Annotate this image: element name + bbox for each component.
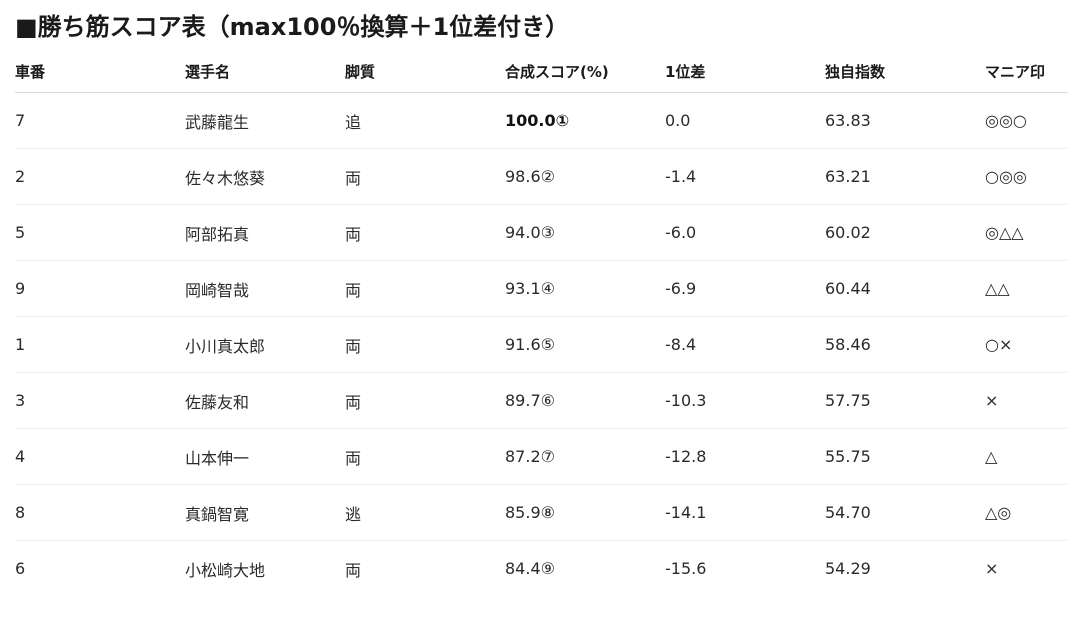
cell-original-index: 63.83	[825, 92, 985, 149]
score-table: 車番 選手名 脚質 合成スコア(%) 1位差 独自指数 マニア印 7 武藤龍生 …	[15, 50, 1068, 596]
cell-riding-style: 両	[345, 560, 362, 580]
cell-car-number: 6	[15, 559, 26, 578]
cell-car-number: 7	[15, 92, 185, 149]
table-header: 車番 選手名 脚質 合成スコア(%) 1位差 独自指数 マニア印	[15, 50, 1068, 93]
cell-composite-score: 94.0③	[505, 204, 665, 261]
cell-mania-mark: ○×	[985, 316, 1068, 373]
cell-riding-style: 両	[345, 148, 505, 205]
cell-gap-to-first: 0.0	[665, 92, 825, 149]
cell-car-number: 1	[15, 316, 185, 373]
table-row: 2 佐々木悠葵 両 98.6② -1.4 63.21 ○◎◎	[15, 148, 1068, 205]
table-row: 9 岡崎智哉 両 93.1④ -6.9 60.44 △△	[15, 260, 1068, 317]
table-row: 5 阿部拓真 両 94.0③ -6.0 60.02 ◎△△	[15, 204, 1068, 261]
cell-composite-score: 98.6②	[505, 148, 665, 205]
cell-gap-to-first: -14.1	[665, 484, 825, 541]
cell-car-number: 2	[15, 148, 185, 205]
cell-mania-mark: ◎◎○	[985, 92, 1068, 149]
cell-car-number: 5	[15, 204, 185, 261]
cell-composite-score: 89.7⑥	[505, 372, 665, 429]
cell-gap-to-first: -10.3	[665, 372, 825, 429]
cell-riding-style: 両	[345, 204, 505, 261]
cell-composite-score: 85.9⑧	[505, 484, 665, 541]
cell-rider-name: 真鍋智寛	[185, 484, 345, 541]
cell-mania-mark: ×	[985, 372, 1068, 429]
cell-mania-mark: △	[985, 428, 1068, 485]
cell-mania-mark: △◎	[985, 484, 1068, 541]
header-original-index: 独自指数	[825, 50, 985, 93]
header-mania-mark: マニア印	[985, 50, 1068, 93]
header-row: 車番 選手名 脚質 合成スコア(%) 1位差 独自指数 マニア印	[15, 50, 1068, 93]
cell-car-number: 4	[15, 428, 185, 485]
table-row: 4 山本伸一 両 87.2⑦ -12.8 55.75 △	[15, 428, 1068, 485]
cell-original-index: 63.21	[825, 148, 985, 205]
cell-riding-style: 両	[345, 372, 505, 429]
cell-gap-to-first: -8.4	[665, 316, 825, 373]
table-body: 7 武藤龍生 追 100.0① 0.0 63.83 ◎◎○ 2 佐々木悠葵 両 …	[15, 92, 1068, 597]
header-rider-name: 選手名	[185, 50, 345, 93]
cell-composite-score: 91.6⑤	[505, 316, 665, 373]
cell-original-index: 55.75	[825, 428, 985, 485]
cell-car-number: 8	[15, 484, 185, 541]
cell-gap-to-first: -12.8	[665, 428, 825, 485]
cell-original-index: 60.02	[825, 204, 985, 261]
cell-gap-to-first: -6.0	[665, 204, 825, 261]
cell-riding-style: 両	[345, 428, 505, 485]
cell-gap-to-first: -6.9	[665, 260, 825, 317]
table-row: 1 小川真太郎 両 91.6⑤ -8.4 58.46 ○×	[15, 316, 1068, 373]
table-row: 7 武藤龍生 追 100.0① 0.0 63.83 ◎◎○	[15, 92, 1068, 149]
cell-composite-score: 93.1④	[505, 260, 665, 317]
header-riding-style: 脚質	[345, 50, 505, 93]
cell-rider-name: 阿部拓真	[185, 204, 345, 261]
cell-mania-mark: ○◎◎	[985, 148, 1068, 205]
cell-gap-to-first: -15.6	[665, 559, 707, 578]
cell-riding-style: 逃	[345, 484, 505, 541]
cell-rider-name: 小松崎大地	[185, 560, 266, 580]
cell-rider-name: 小川真太郎	[185, 316, 345, 373]
table-row: 8 真鍋智寛 逃 85.9⑧ -14.1 54.70 △◎	[15, 484, 1068, 541]
cell-composite-score: 84.4⑨	[505, 559, 555, 578]
cell-rider-name: 佐々木悠葵	[185, 148, 345, 205]
table-row: 3 佐藤友和 両 89.7⑥ -10.3 57.75 ×	[15, 372, 1068, 429]
cell-original-index: 57.75	[825, 372, 985, 429]
cell-rider-name: 岡崎智哉	[185, 260, 345, 317]
cell-car-number: 9	[15, 260, 185, 317]
cell-original-index: 54.29	[825, 559, 871, 578]
page: ■勝ち筋スコア表（max100％換算＋1位差付き） 車番 選手名 脚質 合成スコ…	[0, 0, 1068, 641]
cell-composite-score: 87.2⑦	[505, 428, 665, 485]
cell-riding-style: 両	[345, 260, 505, 317]
cell-original-index: 54.70	[825, 484, 985, 541]
cell-composite-score: 100.0①	[505, 92, 665, 149]
cell-mania-mark: ◎△△	[985, 204, 1068, 261]
cell-rider-name: 山本伸一	[185, 428, 345, 485]
cell-mania-mark: △△	[985, 260, 1068, 317]
cell-original-index: 58.46	[825, 316, 985, 373]
cell-original-index: 60.44	[825, 260, 985, 317]
cell-riding-style: 両	[345, 316, 505, 373]
header-composite-score: 合成スコア(%)	[505, 50, 665, 93]
cell-riding-style: 追	[345, 92, 505, 149]
header-gap-to-first: 1位差	[665, 50, 825, 93]
cell-mania-mark: ×	[985, 559, 999, 578]
cell-gap-to-first: -1.4	[665, 148, 825, 205]
table-row: 6 小松崎大地 両 84.4⑨ -15.6 54.29 ×	[15, 541, 1068, 597]
cell-car-number: 3	[15, 372, 185, 429]
page-title: ■勝ち筋スコア表（max100％換算＋1位差付き）	[15, 13, 570, 41]
cell-rider-name: 武藤龍生	[185, 92, 345, 149]
cell-rider-name: 佐藤友和	[185, 372, 345, 429]
header-car-number: 車番	[15, 50, 185, 93]
